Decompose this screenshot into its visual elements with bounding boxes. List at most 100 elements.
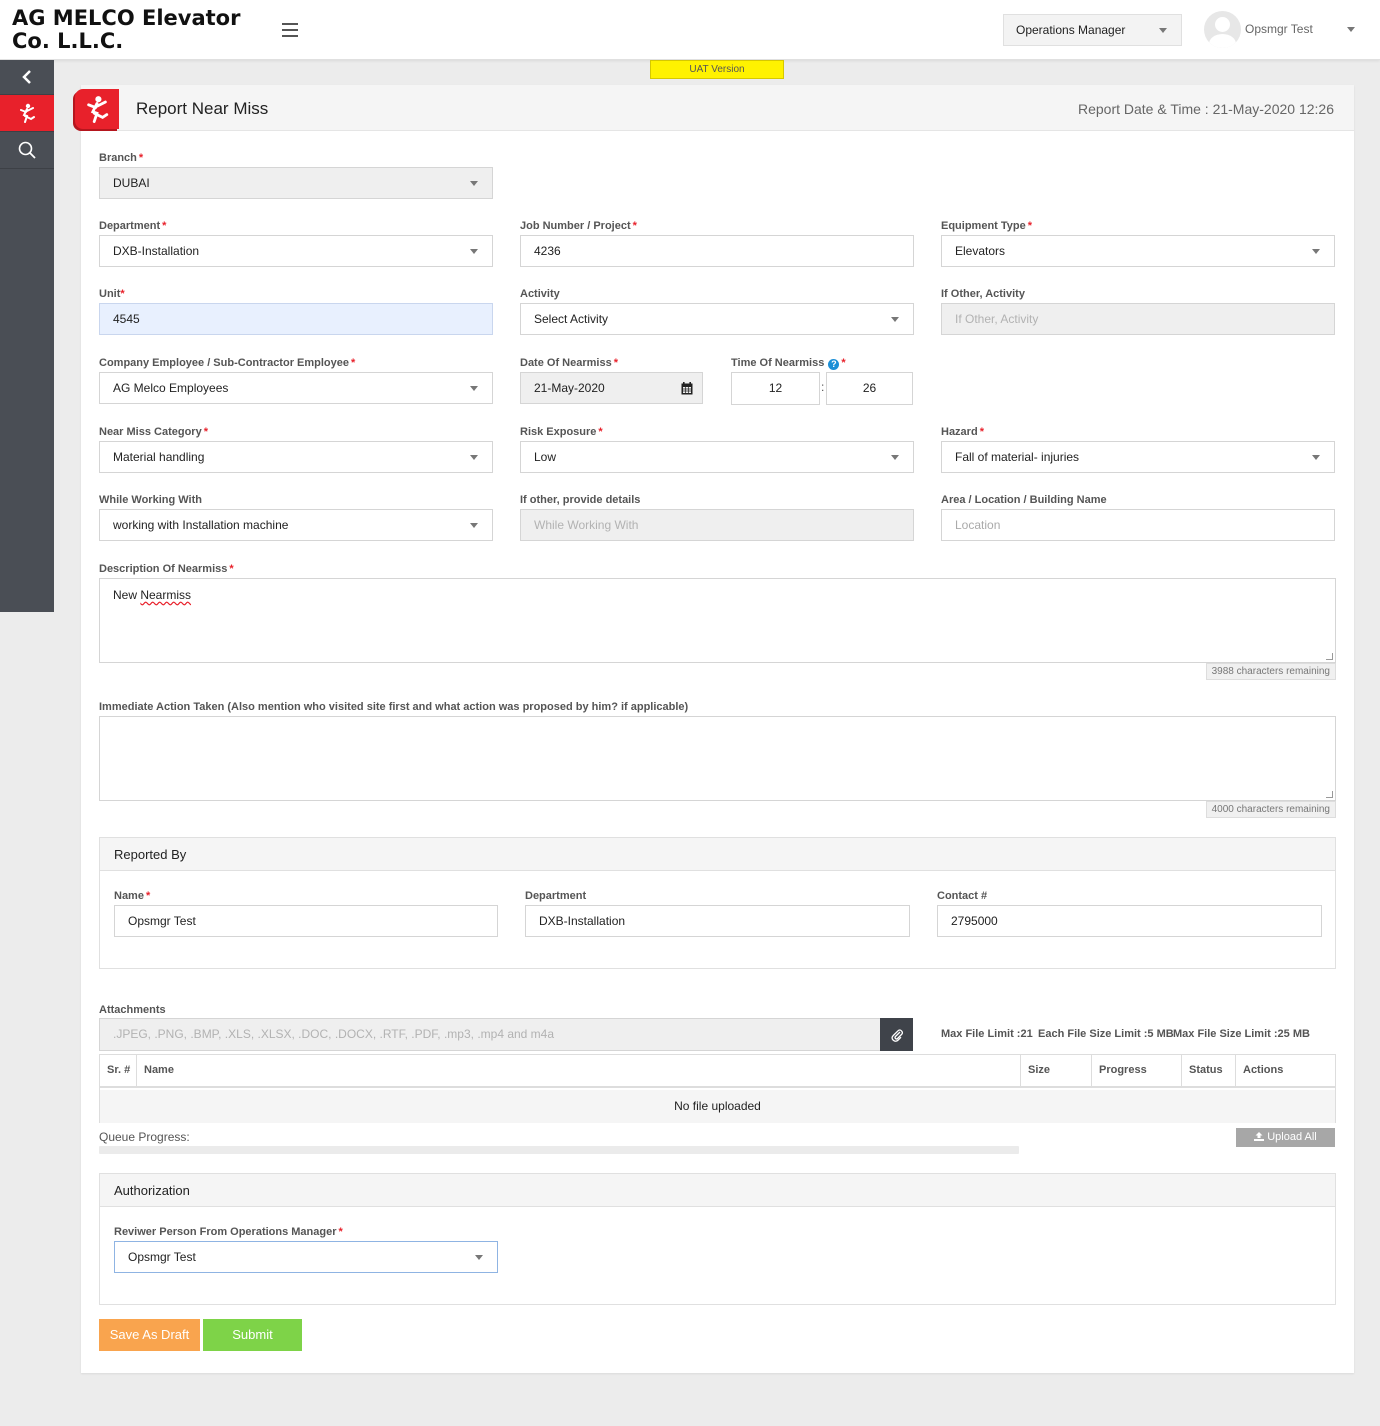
attachments-table: Sr. # Name Size Progress Status Actions … bbox=[99, 1054, 1336, 1123]
no-files-message: No file uploaded bbox=[100, 1090, 1335, 1123]
description-textarea[interactable]: New Nearmiss bbox=[99, 578, 1336, 663]
reported-by-title: Reported By bbox=[100, 838, 1335, 871]
activity-select[interactable]: Select Activity bbox=[520, 303, 914, 335]
action-textarea[interactable] bbox=[99, 716, 1336, 801]
category-label: Near Miss Category * bbox=[99, 426, 208, 438]
time-label: Time Of Nearmiss? * bbox=[731, 357, 846, 370]
employee-type-select[interactable]: AG Melco Employees bbox=[99, 372, 493, 404]
upload-all-label: Upload All bbox=[1267, 1131, 1317, 1143]
job-number-input[interactable]: 4236 bbox=[520, 235, 914, 267]
resize-handle-icon[interactable] bbox=[1326, 653, 1333, 660]
queue-progress-bar bbox=[99, 1146, 1019, 1154]
uat-banner: UAT Version bbox=[650, 60, 784, 79]
chevron-down-icon bbox=[475, 1255, 483, 1260]
column-progress: Progress bbox=[1092, 1055, 1182, 1088]
working-with-value: working with Installation machine bbox=[113, 518, 289, 532]
reviewer-value: Opsmgr Test bbox=[128, 1250, 196, 1264]
branch-value: DUBAI bbox=[113, 176, 150, 190]
chevron-down-icon bbox=[1312, 455, 1320, 460]
max-file-limit: Max File Limit :21 bbox=[941, 1028, 1033, 1040]
other-details-label: If other, provide details bbox=[520, 494, 641, 506]
search-icon bbox=[18, 141, 36, 159]
upload-all-button[interactable]: Upload All bbox=[1236, 1128, 1335, 1147]
reporter-name-input[interactable]: Opsmgr Test bbox=[114, 905, 498, 937]
chevron-down-icon bbox=[891, 317, 899, 322]
other-details-input[interactable]: While Working With bbox=[520, 509, 914, 541]
action-char-counter: 4000 characters remaining bbox=[1205, 801, 1336, 818]
column-actions: Actions bbox=[1243, 1064, 1284, 1076]
each-file-size-limit: Each File Size Limit :5 MB bbox=[1038, 1028, 1174, 1040]
reporter-department-label: Department bbox=[525, 890, 587, 902]
contact-input[interactable]: 2795000 bbox=[937, 905, 1322, 937]
other-activity-input[interactable]: If Other, Activity bbox=[941, 303, 1335, 335]
page-title: Report Near Miss bbox=[136, 99, 269, 118]
resize-handle-icon[interactable] bbox=[1326, 791, 1333, 798]
risk-select[interactable]: Low bbox=[520, 441, 914, 473]
chevron-down-icon bbox=[470, 249, 478, 254]
table-header-row: Sr. # Name Size Progress Status Actions bbox=[100, 1055, 1335, 1088]
working-with-select[interactable]: working with Installation machine bbox=[99, 509, 493, 541]
chevron-down-icon bbox=[470, 386, 478, 391]
attach-file-button[interactable] bbox=[880, 1018, 913, 1051]
sidebar-item-search[interactable] bbox=[0, 132, 54, 169]
chevron-left-icon bbox=[22, 70, 31, 84]
reviewer-label: Reviwer Person From Operations Manager * bbox=[114, 1226, 343, 1238]
working-with-label: While Working With bbox=[99, 494, 202, 506]
hazard-label: Hazard * bbox=[941, 426, 984, 438]
department-value: DXB-Installation bbox=[113, 244, 200, 258]
sidebar-item-near-miss[interactable] bbox=[0, 95, 54, 132]
risk-value: Low bbox=[534, 450, 557, 464]
risk-label: Risk Exposure * bbox=[520, 426, 603, 438]
role-select[interactable]: Operations Manager bbox=[1003, 14, 1182, 46]
unit-input[interactable]: 4545 bbox=[99, 303, 493, 335]
attachments-label: Attachments bbox=[99, 1004, 166, 1016]
reporter-name-label: Name * bbox=[114, 890, 151, 902]
chevron-down-icon bbox=[470, 523, 478, 528]
location-input[interactable]: Location bbox=[941, 509, 1335, 541]
column-size: Size bbox=[1021, 1055, 1092, 1088]
sidebar-collapse-button[interactable] bbox=[0, 60, 54, 95]
max-file-size-limit: Max File Size Limit :25 MB bbox=[1173, 1028, 1310, 1040]
avatar[interactable] bbox=[1204, 11, 1241, 48]
save-draft-button[interactable]: Save As Draft bbox=[99, 1319, 200, 1351]
reviewer-select[interactable]: Opsmgr Test bbox=[114, 1241, 498, 1273]
help-icon[interactable]: ? bbox=[828, 359, 840, 370]
reporter-department-input[interactable]: DXB-Installation bbox=[525, 905, 910, 937]
near-miss-header-icon bbox=[75, 89, 119, 129]
company-logo: AG MELCO Elevator Co. L.L.C. bbox=[12, 6, 241, 53]
sidebar bbox=[0, 60, 54, 612]
submit-button[interactable]: Submit bbox=[203, 1319, 302, 1351]
other-activity-label: If Other, Activity bbox=[941, 288, 1025, 300]
column-status: Status bbox=[1182, 1055, 1236, 1088]
chevron-down-icon bbox=[891, 455, 899, 460]
department-label: Department * bbox=[99, 220, 167, 232]
category-value: Material handling bbox=[113, 450, 205, 464]
date-input[interactable]: 21-May-2020 bbox=[520, 372, 672, 404]
branch-select[interactable]: DUBAI bbox=[99, 167, 493, 199]
role-select-value: Operations Manager bbox=[1016, 23, 1126, 37]
user-name[interactable]: Opsmgr Test bbox=[1245, 22, 1313, 36]
description-text: New bbox=[113, 588, 141, 602]
report-date-time: Report Date & Time : 21-May-2020 12:26 bbox=[1077, 101, 1334, 117]
time-minute-input[interactable]: 26 bbox=[826, 372, 913, 405]
user-menu-chevron-icon[interactable] bbox=[1347, 27, 1355, 32]
description-label: Description Of Nearmiss * bbox=[99, 563, 234, 575]
attachment-types-input[interactable]: .JPEG, .PNG, .BMP, .XLS, .XLSX, .DOC, .D… bbox=[99, 1018, 881, 1051]
authorization-title: Authorization bbox=[100, 1174, 1335, 1207]
time-hour-input[interactable]: 12 bbox=[731, 372, 820, 405]
menu-toggle-icon[interactable] bbox=[282, 23, 298, 37]
category-select[interactable]: Material handling bbox=[99, 441, 493, 473]
report-form-card: Report Near Miss Report Date & Time : 21… bbox=[75, 85, 1354, 1373]
unit-label: Unit* bbox=[99, 288, 125, 300]
equipment-type-value: Elevators bbox=[955, 244, 1006, 258]
equipment-type-select[interactable]: Elevators bbox=[941, 235, 1335, 267]
column-name: Name bbox=[137, 1055, 1021, 1088]
chevron-down-icon bbox=[1159, 28, 1167, 33]
hazard-select[interactable]: Fall of material- injuries bbox=[941, 441, 1335, 473]
contact-label: Contact # bbox=[937, 890, 988, 902]
description-misspelled-word: Nearmiss bbox=[140, 588, 192, 602]
activity-label: Activity bbox=[520, 288, 560, 300]
calendar-button[interactable] bbox=[671, 372, 703, 404]
department-select[interactable]: DXB-Installation bbox=[99, 235, 493, 267]
date-label: Date Of Nearmiss * bbox=[520, 357, 618, 369]
